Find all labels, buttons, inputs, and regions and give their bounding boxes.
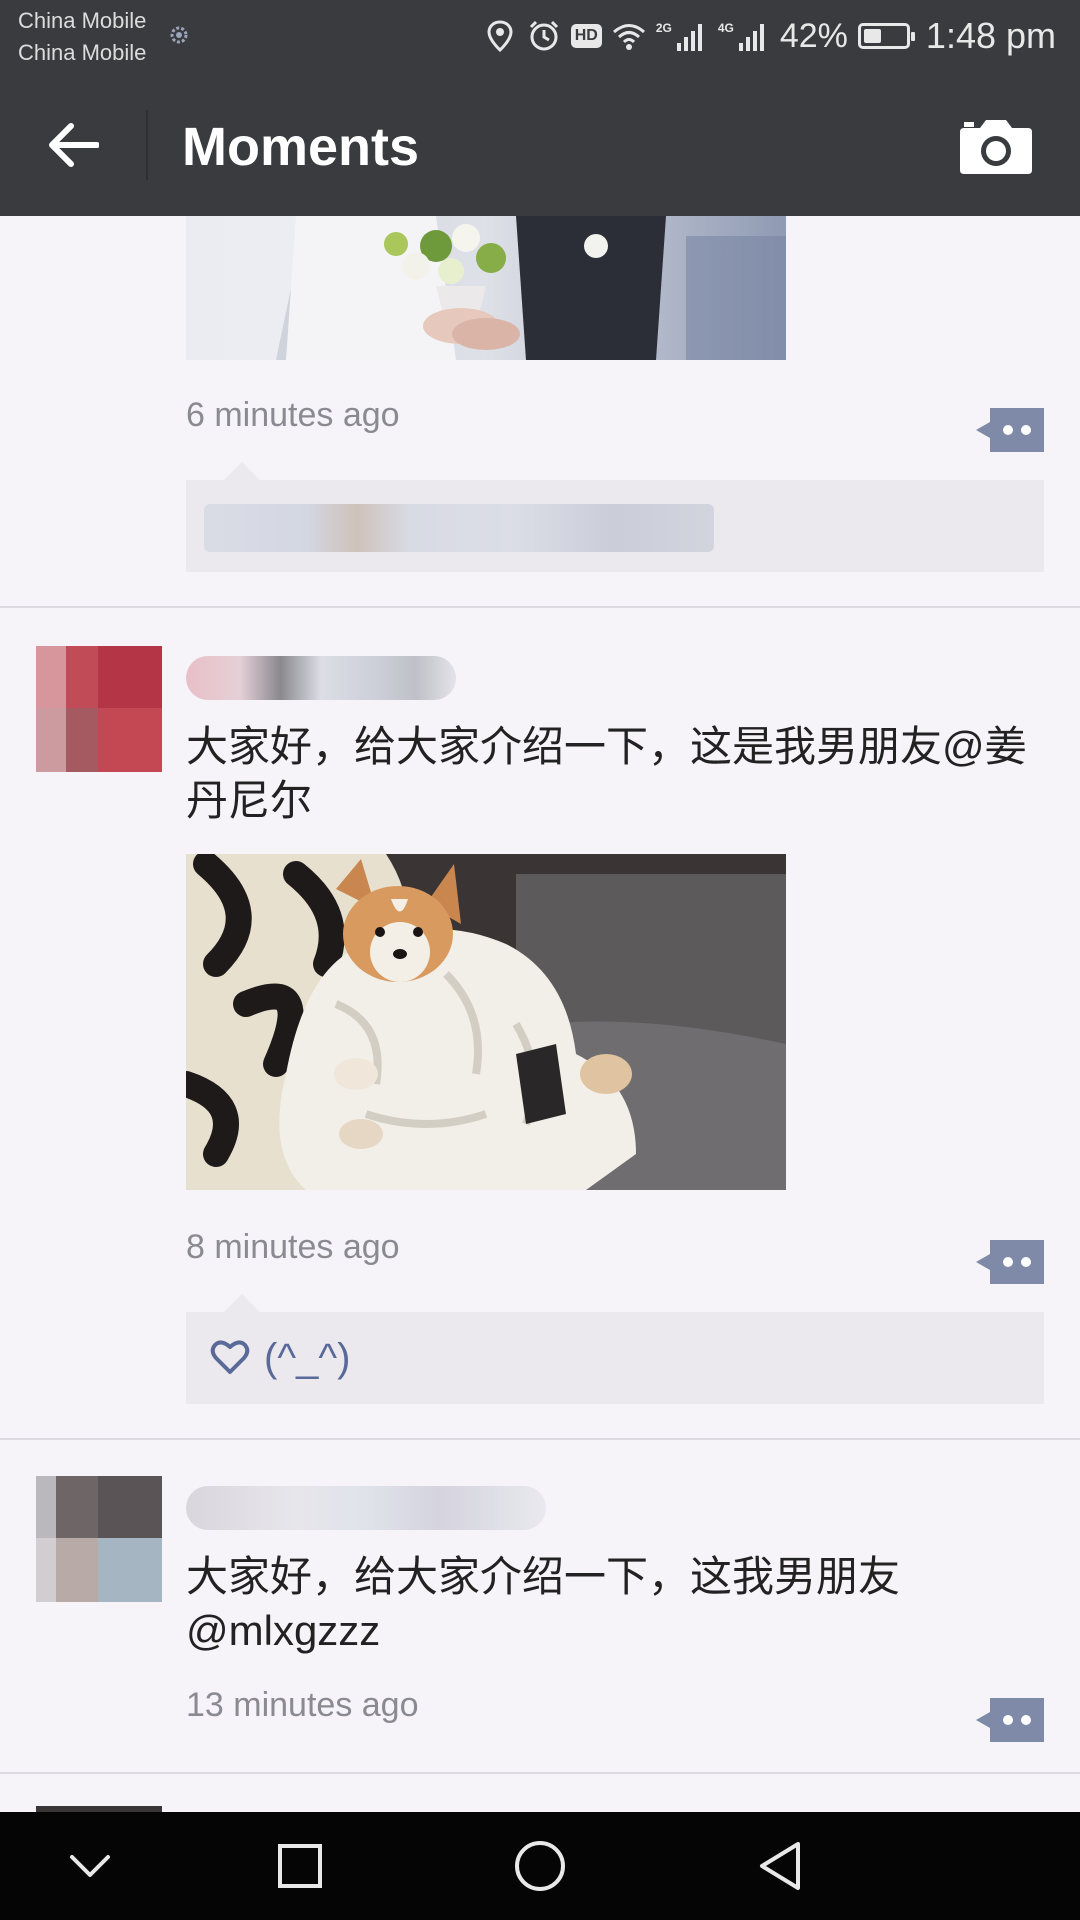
username[interactable] [186, 1486, 546, 1530]
network-label-2: 4G [717, 21, 734, 35]
signal-icon [738, 24, 764, 51]
arrow-left-icon [49, 123, 99, 167]
comment-button[interactable] [976, 408, 1044, 452]
camera-icon [960, 120, 1032, 174]
comment-button[interactable] [976, 1698, 1044, 1742]
avatar-image [36, 1476, 162, 1602]
post-text: 大家好，给大家介绍一下，这我男朋友@mlxgzzz [186, 1553, 901, 1654]
username[interactable] [186, 656, 456, 700]
avatar[interactable] [36, 646, 162, 772]
home-icon [515, 1841, 565, 1891]
post-separator [0, 606, 1080, 608]
page-title: Moments [182, 117, 420, 177]
post-time: 13 minutes ago [186, 1686, 419, 1724]
heart-icon [210, 1340, 250, 1374]
post-time: 8 minutes ago [186, 1228, 400, 1266]
status-bar: China Mobile China Mobile HD 2G 4G 42% 1… [0, 0, 1080, 72]
post-photo-corgi[interactable] [186, 854, 786, 1190]
settings-gear-icon [170, 26, 188, 44]
nav-back-button[interactable] [750, 1836, 810, 1896]
carrier-1: China Mobile [18, 8, 147, 33]
status-time: 1:48 pm [925, 15, 1056, 56]
system-nav-bar [0, 1812, 1080, 1920]
chevron-down-icon [70, 1855, 110, 1877]
location-icon [487, 20, 513, 53]
wedding-bouquet-photo [186, 216, 786, 360]
hd-icon: HD [570, 24, 602, 48]
blurred-comment [204, 504, 714, 552]
post-text: 大家好，给大家介绍一下，这是我男朋友@姜丹尼尔 [186, 723, 1027, 824]
corgi-in-blanket-photo [186, 854, 786, 1190]
comments-box [186, 462, 1044, 572]
alarm-icon [529, 20, 558, 51]
post-separator [0, 1772, 1080, 1774]
carrier-2: China Mobile [18, 40, 147, 65]
network-label-1: 2G [655, 21, 672, 35]
post-separator [0, 1438, 1080, 1440]
battery-icon [857, 23, 915, 49]
recent-apps-icon [278, 1844, 322, 1888]
comment-button[interactable] [976, 1240, 1044, 1284]
nav-hide-button[interactable] [60, 1836, 120, 1896]
post-time: 6 minutes ago [186, 396, 400, 434]
camera-button[interactable] [958, 116, 1034, 176]
nav-recents-button[interactable] [270, 1836, 330, 1896]
moments-feed[interactable]: 6 minutes ago 大家好，给大家介绍一下，这是我男朋友@姜丹尼尔 8 … [0, 216, 1080, 1812]
wifi-icon [612, 24, 645, 50]
like-user-link[interactable]: (^_^) [264, 1336, 350, 1381]
back-triangle-icon [760, 1842, 800, 1890]
header-divider [146, 110, 148, 180]
app-header: Moments [0, 72, 1080, 216]
battery-percent: 42% [779, 16, 848, 55]
avatar[interactable] [36, 1476, 162, 1602]
avatar-image [36, 646, 162, 772]
post-photo-wedding[interactable] [186, 216, 786, 360]
signal-icon [676, 24, 702, 51]
back-button[interactable] [40, 112, 106, 178]
nav-home-button[interactable] [510, 1836, 570, 1896]
battery-level [863, 29, 881, 43]
